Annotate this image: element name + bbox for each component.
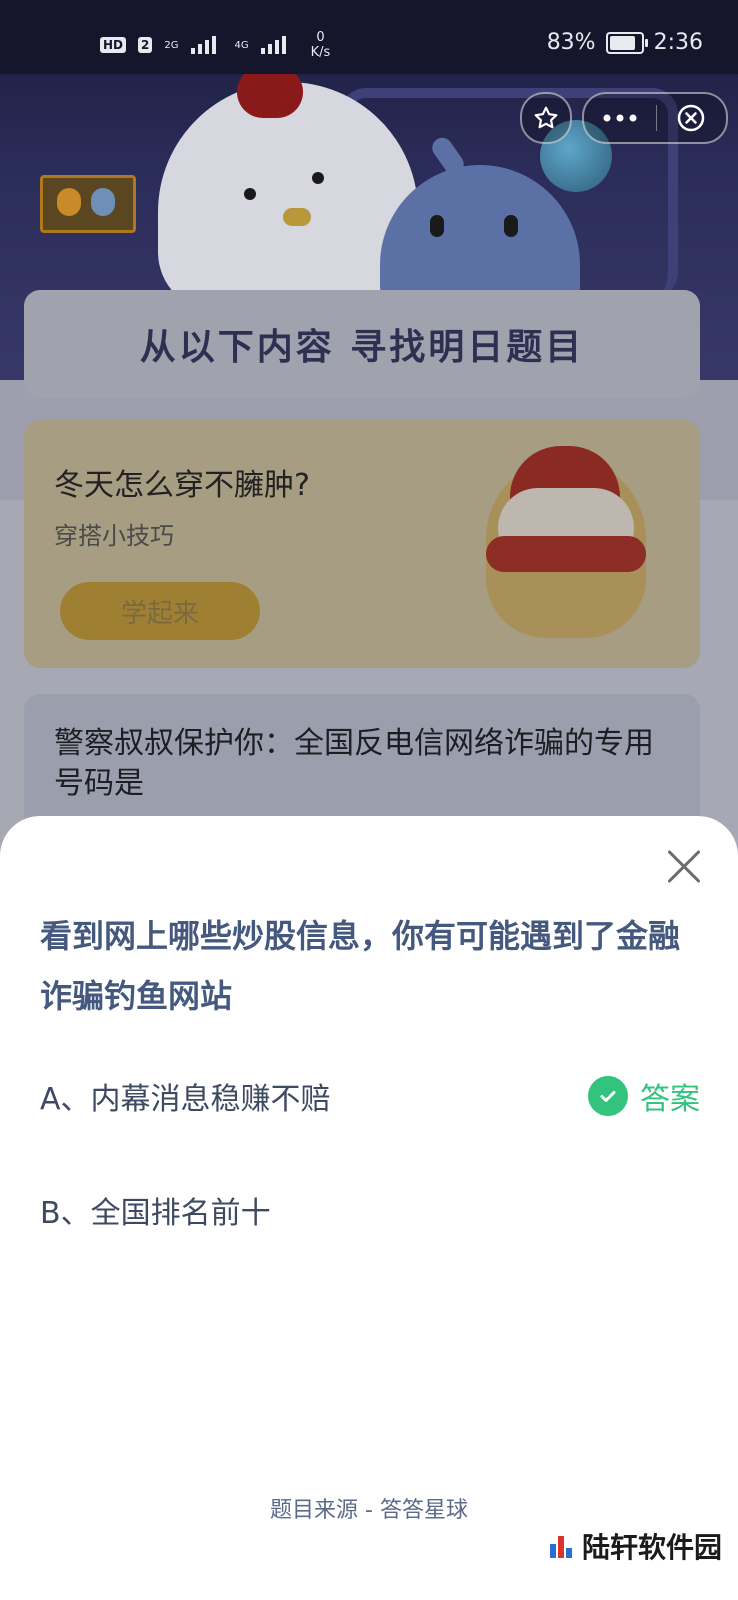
battery-icon (605, 31, 648, 54)
mascot-eye (312, 172, 324, 184)
watermark-text: 陆轩软件园 (581, 1531, 722, 1564)
speed-value: 0 (316, 30, 325, 45)
answer-label: 答案 (640, 1082, 700, 1117)
chicken-beak (283, 208, 311, 226)
mini-program-capsule (582, 92, 728, 144)
close-circle-icon (677, 104, 705, 132)
sim-slot-icon: 2 (138, 37, 153, 53)
watermark: 陆轩软件园 (549, 1526, 722, 1566)
speed-unit: K/s (310, 45, 331, 60)
status-bar: HD 2 2G 4G 0 K/s 83% 2:36 (0, 0, 738, 74)
favorite-button[interactable] (520, 92, 572, 144)
check-icon (588, 1076, 628, 1116)
medal-board-illustration (40, 175, 136, 233)
police-question: 警察叔叔保护你：全国反电信网络诈骗的专用号码是 (54, 726, 654, 801)
signal-icon (260, 36, 293, 54)
status-right: 83% 2:36 (547, 30, 703, 55)
option-a[interactable]: A、内幕消息稳赚不赔 答案 (40, 1066, 700, 1126)
network-2g-label: 2G (164, 39, 179, 51)
status-left: HD 2 2G 4G 0 K/s (100, 30, 330, 60)
network-4g-label: 4G (234, 39, 249, 51)
star-icon (534, 106, 558, 129)
screen: HD 2 2G 4G 0 K/s 83% 2:36 从以下内容 寻找明日题目 冬… (0, 0, 738, 1600)
answer-indicator: 答案 (588, 1066, 700, 1126)
option-a-label: A、内幕消息稳赚不赔 (40, 1082, 331, 1117)
close-icon[interactable] (664, 846, 704, 886)
more-button[interactable] (584, 94, 656, 142)
sheet-question: 看到网上哪些炒股信息，你有可能遇到了金融诈骗钓鱼网站 (40, 917, 681, 1015)
option-b-label: B、全国排名前十 (40, 1196, 271, 1231)
mascot-eye (244, 188, 256, 200)
hd-icon: HD (100, 37, 127, 53)
tip-subtitle: 穿搭小技巧 (54, 522, 174, 550)
network-speed: 0 K/s (311, 30, 331, 60)
option-b[interactable]: B、全国排名前十 (40, 1180, 700, 1240)
learn-button[interactable]: 学起来 (60, 582, 260, 640)
watermark-logo-icon (549, 1534, 574, 1558)
answer-sheet: 看到网上哪些炒股信息，你有可能遇到了金融诈骗钓鱼网站 A、内幕消息稳赚不赔 答案… (0, 816, 738, 1600)
winter-chick-illustration (486, 446, 646, 638)
scarf-illustration (486, 536, 646, 572)
signal-icon (190, 36, 223, 54)
battery-percent: 83% (546, 30, 596, 55)
more-icon (603, 114, 637, 122)
clock: 2:36 (653, 30, 703, 55)
question-source: 题目来源 - 答答星球 (270, 1498, 468, 1523)
exit-button[interactable] (657, 94, 725, 142)
tip-question: 冬天怎么穿不臃肿? (54, 468, 310, 503)
section-title-card: 从以下内容 寻找明日题目 (24, 290, 700, 398)
section-title: 从以下内容 寻找明日题目 (139, 327, 585, 368)
